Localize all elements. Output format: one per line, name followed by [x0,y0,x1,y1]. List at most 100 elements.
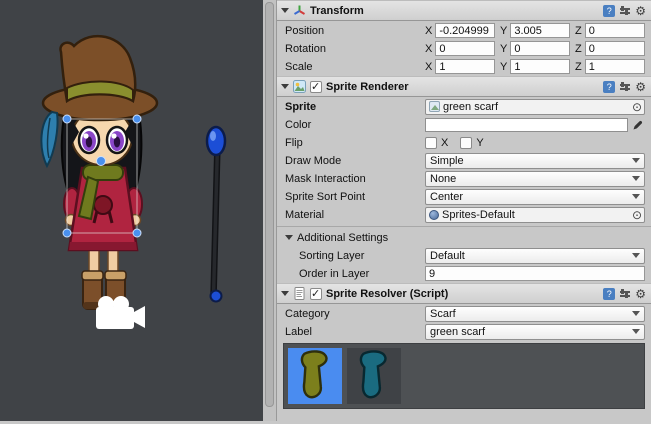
rotation-y-field[interactable]: 0 [510,41,570,56]
settings-gear-icon[interactable] [635,5,646,17]
flip-row: Flip X Y [277,134,651,151]
sorting-layer-row: Sorting Layer Default [277,247,651,264]
additional-settings-label: Additional Settings [297,232,388,244]
sorting-layer-label: Sorting Layer [285,250,425,262]
dropdown-value: Scarf [430,308,628,320]
position-y-field[interactable]: 3.005 [510,23,570,38]
label-row: Label green scarf [277,323,651,340]
foldout-arrow-icon[interactable] [281,291,289,296]
material-label: Material [285,209,425,221]
object-picker-icon[interactable] [632,101,642,113]
color-row: Color [277,116,651,133]
rotation-row: Rotation X0 Y0 Z0 [277,40,651,57]
rotation-z-field[interactable]: 0 [585,41,645,56]
scale-y-field[interactable]: 1 [510,59,570,74]
position-label: Position [285,25,425,37]
sprite-thumbnail-selected[interactable] [288,348,342,404]
z-axis-label: Z [575,25,582,37]
transform-icon [293,4,306,17]
draw-mode-dropdown[interactable]: Simple [425,153,645,169]
material-object-field[interactable]: Sprites-Default [425,207,645,223]
sprite-renderer-header[interactable]: Sprite Renderer [277,76,651,97]
category-dropdown[interactable]: Scarf [425,306,645,322]
character-sprite[interactable] [41,36,157,309]
chevron-down-icon [632,194,640,199]
position-x-field[interactable]: -0.204999 [435,23,495,38]
material-row: Material Sprites-Default [277,206,651,223]
flip-y-checkbox[interactable] [460,137,472,149]
help-icon[interactable] [603,81,615,93]
dropdown-value: None [430,173,628,185]
component-enabled-checkbox[interactable] [310,81,322,93]
chevron-down-icon [632,253,640,258]
material-object-name: Sprites-Default [442,209,629,221]
flip-label: Flip [285,137,425,149]
preset-icon[interactable] [619,288,631,300]
order-in-layer-field[interactable]: 9 [425,266,645,281]
foldout-arrow-icon[interactable] [281,84,289,89]
camera-gizmo-icon [96,296,145,329]
sprite-variant-preview [283,343,645,409]
draw-mode-row: Draw Mode Simple [277,152,651,169]
sprite-thumbnail[interactable] [347,348,401,404]
dropdown-value: green scarf [430,326,628,338]
component-enabled-checkbox[interactable] [310,288,322,300]
staff-sprite[interactable] [207,127,225,302]
dropdown-value: Default [430,250,628,262]
sprite-sort-point-dropdown[interactable]: Center [425,189,645,205]
y-axis-label: Y [500,43,507,55]
scrollbar-thumb[interactable] [265,2,274,407]
y-axis-label: Y [500,61,507,73]
sprite-row: Sprite green scarf [277,98,651,115]
color-swatch-field[interactable] [425,118,628,132]
scale-row: Scale X1 Y1 Z1 [277,58,651,75]
flip-x-checkbox[interactable] [425,137,437,149]
chevron-down-icon [632,329,640,334]
sorting-layer-dropdown[interactable]: Default [425,248,645,264]
rotation-x-field[interactable]: 0 [435,41,495,56]
order-in-layer-row: Order in Layer 9 [277,265,651,282]
category-label: Category [285,308,425,320]
position-z-field[interactable]: 0 [585,23,645,38]
chevron-down-icon [632,311,640,316]
label-dropdown[interactable]: green scarf [425,324,645,340]
preset-icon[interactable] [619,5,631,17]
mask-interaction-dropdown[interactable]: None [425,171,645,187]
dropdown-value: Simple [430,155,628,167]
inspector-panel: Transform Position X-0.204999 Y3.005 Z0 … [263,0,651,421]
category-row: Category Scarf [277,305,651,322]
sprite-sort-point-label: Sprite Sort Point [285,191,425,203]
mask-interaction-row: Mask Interaction None [277,170,651,187]
x-axis-label: X [425,25,432,37]
foldout-arrow-icon[interactable] [285,235,293,240]
script-icon [293,287,306,300]
order-in-layer-label: Order in Layer [285,268,425,280]
settings-gear-icon[interactable] [635,288,646,300]
foldout-arrow-icon[interactable] [281,8,289,13]
preset-icon[interactable] [619,81,631,93]
scene-view[interactable] [0,0,263,421]
x-axis-label: X [425,43,432,55]
scene-canvas[interactable] [0,0,263,421]
sprite-object-field[interactable]: green scarf [425,99,645,115]
scale-label: Scale [285,61,425,73]
green-scarf-thumbnail [288,348,342,404]
eyedropper-icon[interactable] [631,119,645,131]
rotation-label: Rotation [285,43,425,55]
settings-gear-icon[interactable] [635,81,646,93]
sprite-resolver-header[interactable]: Sprite Resolver (Script) [277,283,651,304]
color-label: Color [285,119,425,131]
scale-z-field[interactable]: 1 [585,59,645,74]
additional-settings-foldout[interactable]: Additional Settings [277,226,651,246]
inspector-scrollbar[interactable] [263,0,277,421]
component-title: Sprite Resolver (Script) [326,288,448,300]
chevron-down-icon [632,158,640,163]
transform-header[interactable]: Transform [277,0,651,21]
z-axis-label: Z [575,43,582,55]
component-title: Sprite Renderer [326,81,409,93]
help-icon[interactable] [603,288,615,300]
help-icon[interactable] [603,5,615,17]
object-picker-icon[interactable] [632,209,642,221]
scale-x-field[interactable]: 1 [435,59,495,74]
blue-scarf-thumbnail [347,348,401,404]
